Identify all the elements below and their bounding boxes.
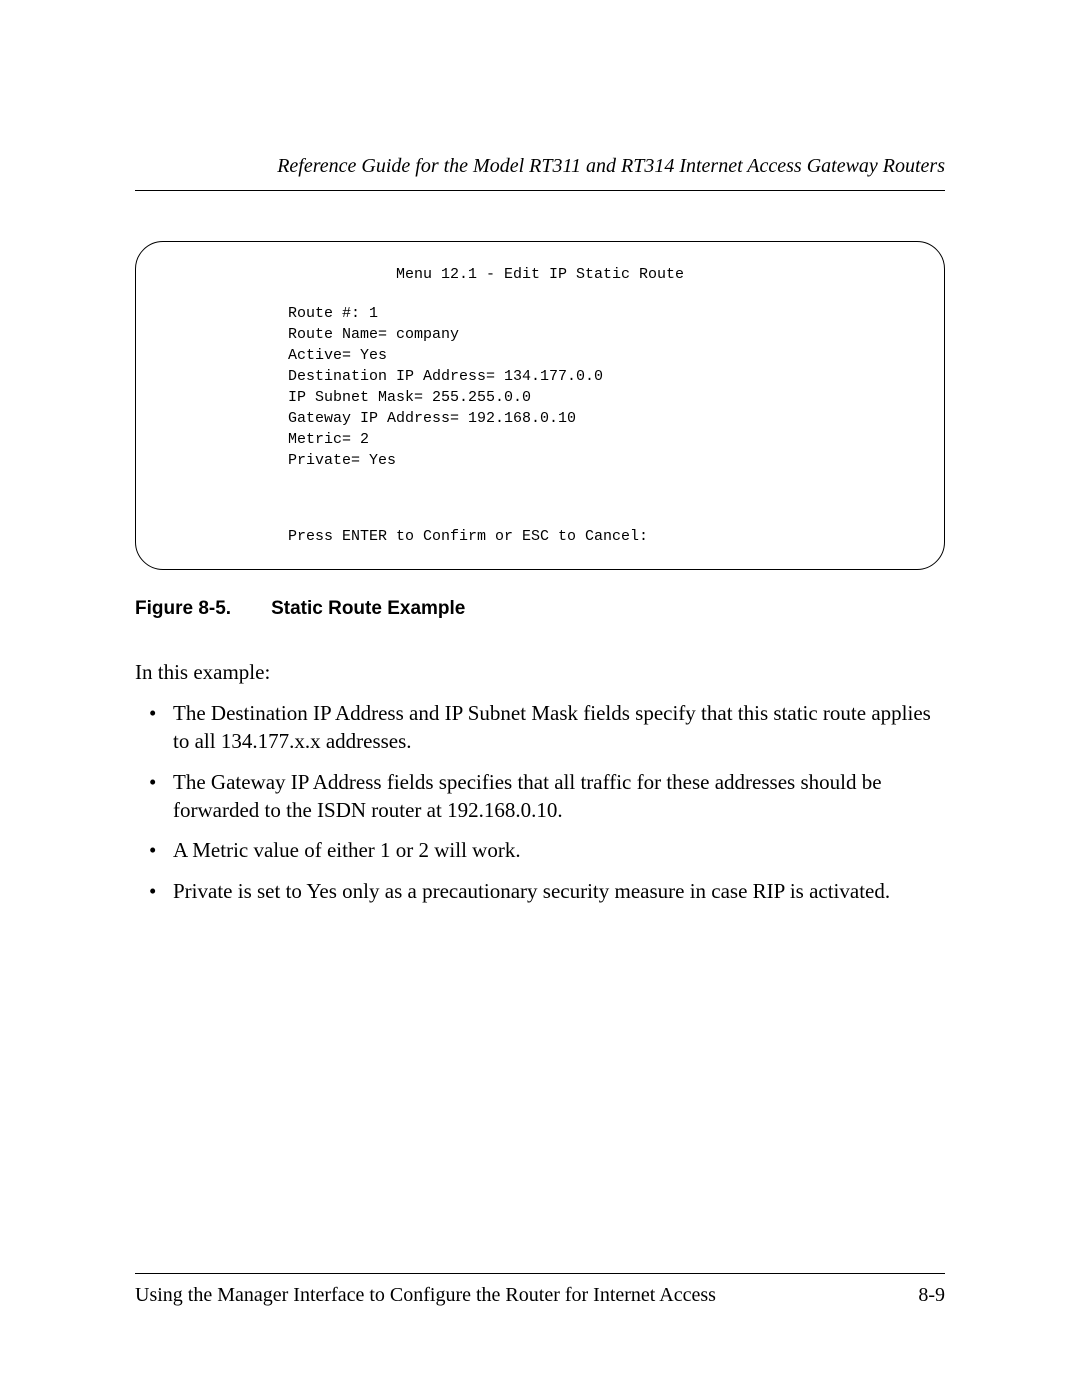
- list-item: The Gateway IP Address fields specifies …: [173, 768, 945, 825]
- terminal-line-5: IP Subnet Mask= 255.255.0.0: [288, 389, 531, 406]
- terminal-line-4: Destination IP Address= 134.177.0.0: [288, 368, 603, 385]
- intro-line: In this example:: [135, 660, 945, 685]
- terminal-line-8: Private= Yes: [288, 452, 396, 469]
- terminal-box: Menu 12.1 - Edit IP Static Route Route #…: [135, 241, 945, 570]
- bullet-list: The Destination IP Address and IP Subnet…: [135, 699, 945, 905]
- page-footer: Using the Manager Interface to Configure…: [135, 1273, 945, 1307]
- figure-label: Figure 8-5.: [135, 598, 231, 620]
- terminal-line-3: Active= Yes: [288, 347, 387, 364]
- list-item: The Destination IP Address and IP Subnet…: [173, 699, 945, 756]
- terminal-footer: Press ENTER to Confirm or ESC to Cancel:: [288, 526, 912, 547]
- figure-caption: Figure 8-5. Static Route Example: [135, 598, 945, 620]
- running-header: Reference Guide for the Model RT311 and …: [135, 155, 945, 191]
- header-title: Reference Guide for the Model RT311 and …: [277, 155, 945, 177]
- list-item: Private is set to Yes only as a precauti…: [173, 877, 945, 905]
- terminal-body: Route #: 1 Route Name= company Active= Y…: [288, 303, 912, 471]
- terminal-line-1: Route #: 1: [288, 305, 378, 322]
- terminal-line-7: Metric= 2: [288, 431, 369, 448]
- footer-chapter: Using the Manager Interface to Configure…: [135, 1284, 716, 1307]
- bullet-text: A Metric value of either 1 or 2 will wor…: [173, 838, 521, 862]
- page: Reference Guide for the Model RT311 and …: [0, 0, 1080, 1397]
- bullet-text: The Destination IP Address and IP Subnet…: [173, 701, 931, 753]
- list-item: A Metric value of either 1 or 2 will wor…: [173, 836, 945, 864]
- footer-page-number: 8-9: [918, 1284, 945, 1307]
- terminal-line-6: Gateway IP Address= 192.168.0.10: [288, 410, 576, 427]
- bullet-text: The Gateway IP Address fields specifies …: [173, 770, 882, 822]
- bullet-text: Private is set to Yes only as a precauti…: [173, 879, 890, 903]
- terminal-line-2: Route Name= company: [288, 326, 459, 343]
- terminal-title: Menu 12.1 - Edit IP Static Route: [168, 264, 912, 285]
- figure-title: Static Route Example: [271, 598, 465, 619]
